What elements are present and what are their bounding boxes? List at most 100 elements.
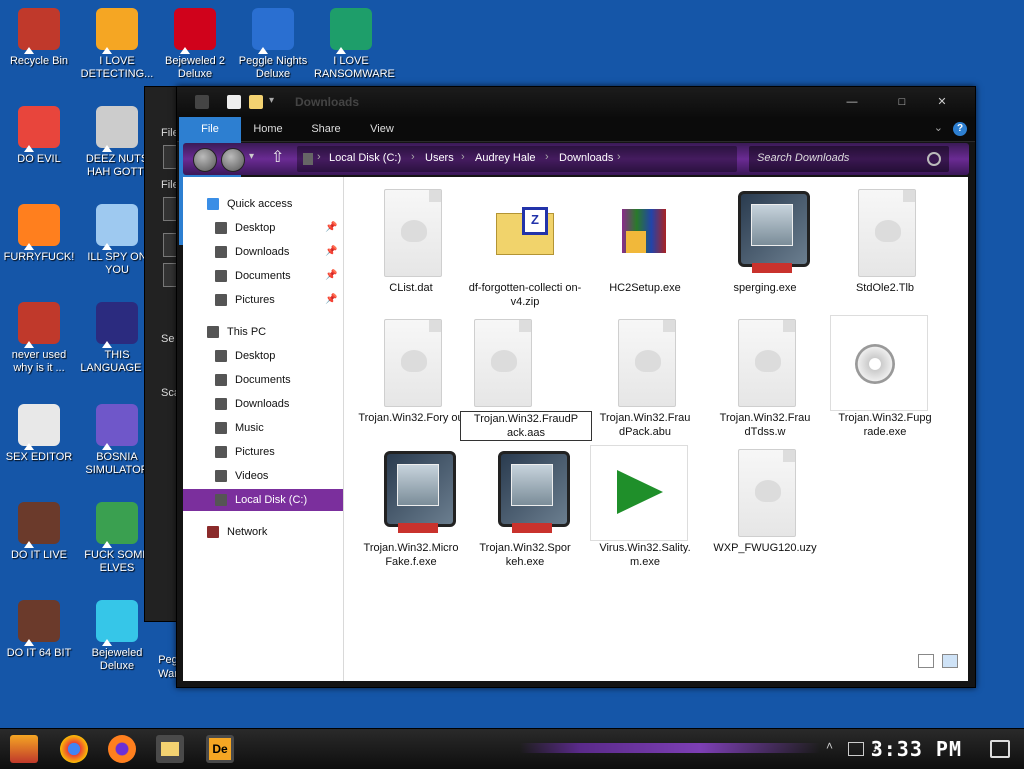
desktop-icon[interactable]: Bejeweled Deluxe (80, 600, 154, 673)
breadcrumb-user[interactable]: Audrey Hale (475, 152, 536, 164)
rename-input[interactable]: Trojan.Win32.FraudP ack.aas (460, 411, 592, 441)
desktop-icon[interactable]: DO IT 64 BIT (2, 600, 76, 660)
desktop-icon[interactable]: THIS LANGUAGE ... (80, 302, 154, 375)
monitor-icon (490, 445, 570, 539)
details-view-icon[interactable] (917, 654, 934, 668)
help-icon[interactable]: ? (953, 122, 967, 136)
file-item[interactable]: Trojan.Win32.Frau dPack.abu (586, 315, 704, 443)
peggle-icon (252, 8, 294, 54)
desktop-icon[interactable]: BOSNIA SIMULATOR (80, 404, 154, 477)
nav-pc-pictures[interactable]: Pictures (183, 441, 343, 463)
properties-icon[interactable] (227, 95, 241, 109)
file-item[interactable]: StdOle2.Tlb (826, 185, 944, 313)
minimize-button[interactable]: — (835, 93, 869, 111)
nav-label: Desktop (235, 350, 276, 362)
desktop-icon[interactable]: Bejeweled 2 Deluxe (158, 8, 232, 81)
title-bar[interactable]: ▾ Downloads — □ ✕ (177, 87, 975, 117)
nav-quick-access-icon (207, 198, 219, 210)
taskbar-decoration (520, 743, 820, 753)
desktop-icon[interactable]: I LOVE RANSOMWARE (314, 8, 395, 81)
close-button[interactable]: ✕ (925, 93, 959, 111)
desktop-icon-label: DO IT LIVE (10, 549, 68, 561)
network-icon[interactable] (848, 742, 864, 756)
nav-pc-documents[interactable]: Documents (183, 369, 343, 391)
desktop-icon[interactable]: ILL SPY ON YOU (80, 204, 154, 277)
file-explorer-icon[interactable] (156, 735, 184, 763)
pin-icon[interactable]: 📌 (325, 241, 337, 263)
desktop-icon[interactable]: DEEZ NUTS HAH GOTTI (80, 106, 154, 179)
forward-button[interactable] (221, 148, 245, 172)
firefox-icon[interactable] (108, 735, 136, 763)
search-icon[interactable] (927, 152, 941, 166)
chevron-down-icon[interactable]: ▾ (269, 95, 283, 109)
desktop-icon[interactable]: Recycle Bin (2, 8, 76, 68)
desktop-icon[interactable]: Peggle Nights Deluxe (236, 8, 310, 81)
file-item[interactable]: Trojan.Win32.Fupg rade.exe (826, 315, 944, 443)
expand-ribbon-icon[interactable]: ⌄ (934, 121, 943, 134)
tab-view[interactable]: View (359, 117, 405, 141)
chrome-icon[interactable] (60, 735, 88, 763)
tab-share[interactable]: Share (303, 117, 349, 141)
nav-desktop[interactable]: Desktop 📌 (183, 217, 343, 239)
shortcut-arrow-icon (24, 443, 34, 450)
search-input[interactable]: Search Downloads (749, 146, 949, 172)
publisher-icon (330, 8, 372, 54)
pin-icon[interactable]: 📌 (325, 265, 337, 287)
file-name: CList.dat (389, 282, 433, 294)
file-item[interactable]: Trojan.Win32.Fory ou (352, 315, 470, 443)
pin-icon[interactable]: 📌 (325, 289, 337, 311)
desktop-icon[interactable]: SEX EDITOR (2, 404, 76, 464)
nav-pictures[interactable]: Pictures 📌 (183, 289, 343, 311)
recent-locations-icon[interactable]: ▾ (249, 151, 254, 162)
file-item[interactable]: HC2Setup.exe (586, 185, 704, 313)
nav-network[interactable]: Network (183, 521, 343, 543)
nav-pc-music[interactable]: Music (183, 417, 343, 439)
desktop-icon[interactable]: DO IT LIVE (2, 502, 76, 562)
desktop-icon[interactable]: DO EVIL (2, 106, 76, 166)
shortcut-arrow-icon (102, 47, 112, 54)
desktop-icon[interactable]: never used why is it ... (2, 302, 76, 375)
nav-label: Downloads (235, 246, 290, 258)
back-button[interactable] (193, 148, 217, 172)
nav-downloads[interactable]: Downloads 📌 (183, 241, 343, 263)
maximize-button[interactable]: □ (885, 93, 919, 111)
breadcrumb-separator: › (617, 151, 621, 163)
nav-quick-access[interactable]: Quick access (183, 193, 343, 215)
desktop-icon[interactable]: I LOVE DETECTING... (80, 8, 154, 81)
desktop-icon[interactable]: FUCK SOME ELVES (80, 502, 154, 575)
tray-chevron-icon[interactable]: ˄ (826, 739, 833, 753)
file-item[interactable]: Trojan.Win32.Spor keh.exe (466, 445, 584, 573)
file-item[interactable]: CList.dat (352, 185, 470, 313)
nav-label: Pictures (235, 446, 275, 458)
tab-home[interactable]: Home (245, 117, 291, 141)
nav-pc-videos[interactable]: Videos (183, 465, 343, 487)
file-item[interactable]: WXP_FWUG120.uzy (706, 445, 824, 573)
diamond-icon (96, 600, 138, 646)
de-app-icon[interactable]: De (206, 735, 234, 763)
large-icons-view-icon[interactable] (942, 654, 958, 668)
nav-local-disk[interactable]: Local Disk (C:) (183, 489, 343, 511)
file-item[interactable]: sperging.exe (706, 185, 824, 313)
breadcrumb-users[interactable]: Users (425, 152, 454, 164)
file-item[interactable]: Trojan.Win32.Frau dTdss.w (706, 315, 824, 443)
file-item[interactable]: Trojan.Win32.FraudP ack.aas (460, 315, 592, 443)
up-arrow-icon[interactable]: ⇧ (271, 147, 284, 167)
nav-pc-desktop[interactable]: Desktop (183, 345, 343, 367)
file-item[interactable]: Zdf-forgotten-collecti on-v4.zip (466, 185, 584, 313)
address-bar[interactable]: › Local Disk (C:) › Users › Audrey Hale … (297, 146, 737, 172)
new-folder-icon[interactable] (249, 95, 263, 109)
nav-pc-downloads[interactable]: Downloads (183, 393, 343, 415)
desktop-icon[interactable]: FURRYFUCK! (2, 204, 76, 264)
nav-documents[interactable]: Documents 📌 (183, 265, 343, 287)
file-item[interactable]: Virus.Win32.Sality. m.exe (586, 445, 704, 573)
start-icon[interactable] (10, 735, 38, 763)
pin-icon[interactable]: 📌 (325, 217, 337, 239)
breadcrumb-local-disk[interactable]: Local Disk (C:) (329, 152, 401, 164)
breadcrumb-downloads[interactable]: Downloads (559, 152, 613, 164)
file-item[interactable]: Trojan.Win32.Micro Fake.f.exe (352, 445, 470, 573)
nav-local-disk-icon (215, 494, 227, 506)
notifications-icon[interactable] (990, 740, 1010, 758)
nav-this-pc[interactable]: This PC (183, 321, 343, 343)
clock[interactable]: 3:33 PM (871, 737, 962, 761)
hxd-icon (18, 404, 60, 450)
